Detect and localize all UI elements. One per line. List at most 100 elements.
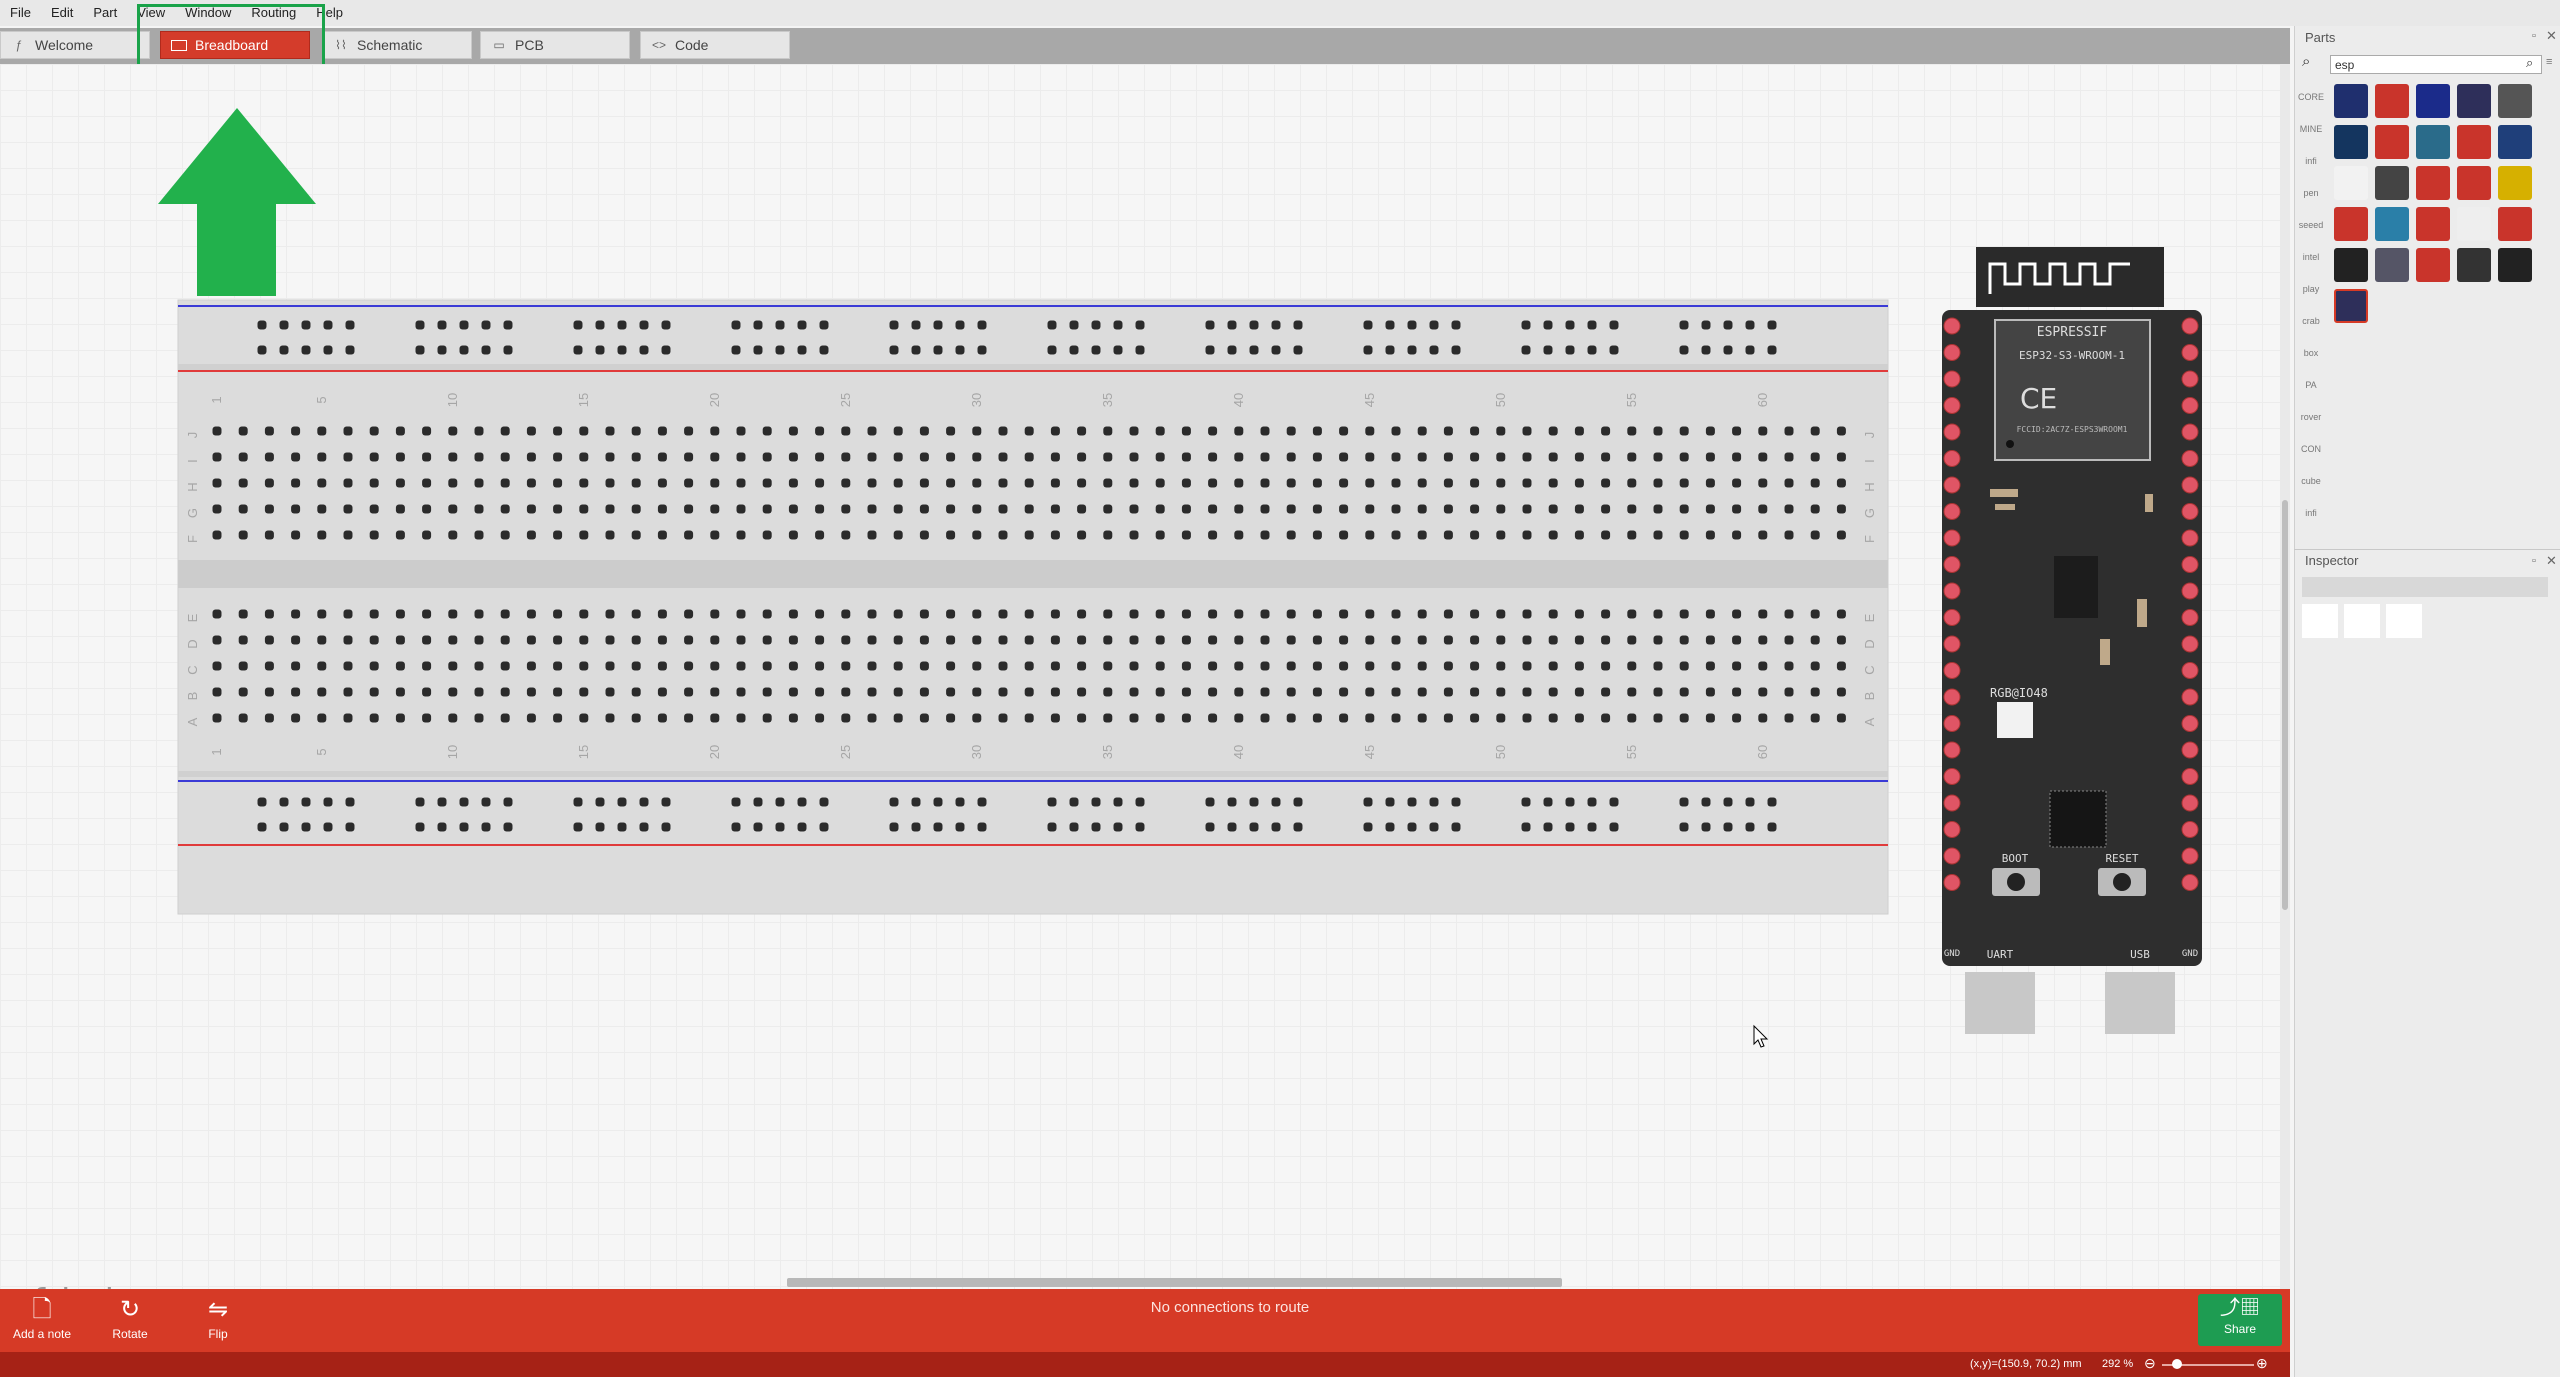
part-thumbnail[interactable] (2375, 166, 2409, 200)
part-thumbnail[interactable] (2375, 207, 2409, 241)
parts-bin-tab[interactable]: intel (2298, 244, 2324, 270)
breadboard-hole (1732, 504, 1742, 514)
inspector-float-icon[interactable]: ▫ (2532, 555, 2536, 567)
breadboard-hole (1548, 609, 1558, 619)
part-thumbnail[interactable] (2416, 207, 2450, 241)
part-thumbnail[interactable] (2457, 207, 2491, 241)
part-thumbnail[interactable] (2416, 125, 2450, 159)
parts-bin-tab[interactable]: MINE (2298, 116, 2324, 142)
part-thumbnail[interactable] (2334, 166, 2368, 200)
parts-bin-tab[interactable]: seeed (2298, 212, 2324, 238)
part-thumbnail[interactable] (2457, 166, 2491, 200)
part-thumbnail[interactable] (2457, 125, 2491, 159)
share-button[interactable]: ⤴▦ Share (2198, 1294, 2282, 1346)
breadboard-hole (503, 822, 513, 832)
part-thumbnail[interactable] (2457, 248, 2491, 282)
parts-search-input[interactable]: esp (2330, 55, 2542, 74)
parts-bin-tab[interactable]: PA (2298, 372, 2324, 398)
part-thumbnail[interactable] (2334, 248, 2368, 282)
add-note-button[interactable]: 🗋 Add a note (12, 1295, 72, 1341)
parts-bin-tab[interactable]: infi (2298, 148, 2324, 174)
parts-bin-tab[interactable]: crab (2298, 308, 2324, 334)
tab-schematic[interactable]: ⌇⌇ Schematic (322, 31, 472, 59)
part-thumbnail[interactable] (2334, 207, 2368, 241)
inspector-close-icon[interactable]: ✕ (2546, 553, 2557, 569)
zoom-out-icon[interactable]: ⊖ (2144, 1355, 2156, 1372)
horizontal-scrollbar[interactable] (787, 1278, 1562, 1287)
tab-welcome[interactable]: ƒ Welcome (0, 31, 150, 59)
breadboard-hole (657, 609, 667, 619)
part-thumbnail[interactable] (2334, 289, 2368, 323)
bin-menu-icon[interactable]: ≡ (2546, 56, 2552, 68)
breadboard-hole (762, 713, 772, 723)
breadboard-hole (1521, 320, 1531, 330)
part-thumbnail[interactable] (2416, 84, 2450, 118)
rotate-button[interactable]: ↻ Rotate (100, 1295, 160, 1341)
column-label: 25 (838, 745, 853, 759)
part-thumbnail[interactable] (2375, 248, 2409, 282)
breadboard-hole (788, 687, 798, 697)
menu-part[interactable]: Part (83, 0, 127, 26)
breadboard-hole (323, 797, 333, 807)
menu-file[interactable]: File (0, 0, 41, 26)
parts-bin-tab[interactable]: cube (2298, 468, 2324, 494)
esp32-s3-devkit[interactable]: ESPRESSIF ESP32-S3-WROOM-1 CE FCCID:2AC7… (1942, 247, 2202, 1034)
breadboard-hole (639, 320, 649, 330)
breadboard-hole (1653, 635, 1663, 645)
part-thumbnail[interactable] (2457, 84, 2491, 118)
tab-code[interactable]: <> Code (640, 31, 790, 59)
breadboard-canvas[interactable]: 1 5 10 15 20 25 30 35 40 45 50 55 60 1 5 10 15 20 25 30 35 40… (0, 64, 2290, 1289)
breadboard-hole (1470, 661, 1480, 671)
parts-bin-tab[interactable]: rover (2298, 404, 2324, 430)
breadboard-hole (815, 635, 825, 645)
parts-bin-tab[interactable]: CORE (2298, 84, 2324, 110)
green-arrow-annotation (158, 108, 316, 296)
fritzing-f-icon: ƒ (15, 38, 23, 52)
parts-bin-tab[interactable]: play (2298, 276, 2324, 302)
breadboard-hole (762, 478, 772, 488)
breadboard-hole (1293, 320, 1303, 330)
zoom-slider-handle[interactable] (2172, 1359, 2182, 1369)
breadboard-hole (1312, 661, 1322, 671)
search-go-icon[interactable]: ⌕ (2526, 55, 2533, 71)
parts-bin-tab[interactable]: infi (2298, 500, 2324, 526)
breadboard-hole (1701, 345, 1711, 355)
breadboard-hole (815, 452, 825, 462)
part-thumbnail[interactable] (2498, 166, 2532, 200)
breadboard-hole (1653, 713, 1663, 723)
zoom-in-icon[interactable]: ⊕ (2256, 1355, 2268, 1372)
part-thumbnail[interactable] (2498, 207, 2532, 241)
parts-bin-tab[interactable]: pen (2298, 180, 2324, 206)
menu-edit[interactable]: Edit (41, 0, 83, 26)
breadboard-hole (553, 687, 563, 697)
vertical-scrollbar[interactable] (2282, 500, 2288, 910)
part-thumbnail[interactable] (2334, 125, 2368, 159)
parts-bin-tab[interactable]: CON (2298, 436, 2324, 462)
breadboard-hole (212, 452, 222, 462)
part-thumbnail[interactable] (2375, 125, 2409, 159)
column-label: 45 (1362, 745, 1377, 759)
breadboard-hole (291, 609, 301, 619)
flip-button[interactable]: ⇋ Flip (188, 1295, 248, 1341)
float-icon[interactable]: ▫ (2532, 30, 2536, 42)
tab-pcb[interactable]: ▭ PCB (480, 31, 630, 59)
part-thumbnail[interactable] (2498, 84, 2532, 118)
breadboard-hole (797, 797, 807, 807)
breadboard-hole (291, 530, 301, 540)
usb-label: USB (2130, 948, 2150, 961)
part-thumbnail[interactable] (2416, 248, 2450, 282)
breadboard-hole (1155, 452, 1165, 462)
breadboard-hole (684, 713, 694, 723)
parts-bin-tab[interactable]: box (2298, 340, 2324, 366)
search-icon[interactable]: ⌕ (2302, 53, 2310, 70)
close-icon[interactable]: ✕ (2546, 28, 2557, 44)
breadboard[interactable]: 1 5 10 15 20 25 30 35 40 45 50 55 601 5 10 15 20 25 30 35 40… (177, 299, 1889, 915)
inspector-title-field[interactable] (2302, 577, 2548, 597)
part-thumbnail[interactable] (2498, 125, 2532, 159)
breadboard-hole (1205, 822, 1215, 832)
row-label: F (1862, 535, 1877, 543)
part-thumbnail[interactable] (2416, 166, 2450, 200)
part-thumbnail[interactable] (2375, 84, 2409, 118)
part-thumbnail[interactable] (2498, 248, 2532, 282)
part-thumbnail[interactable] (2334, 84, 2368, 118)
